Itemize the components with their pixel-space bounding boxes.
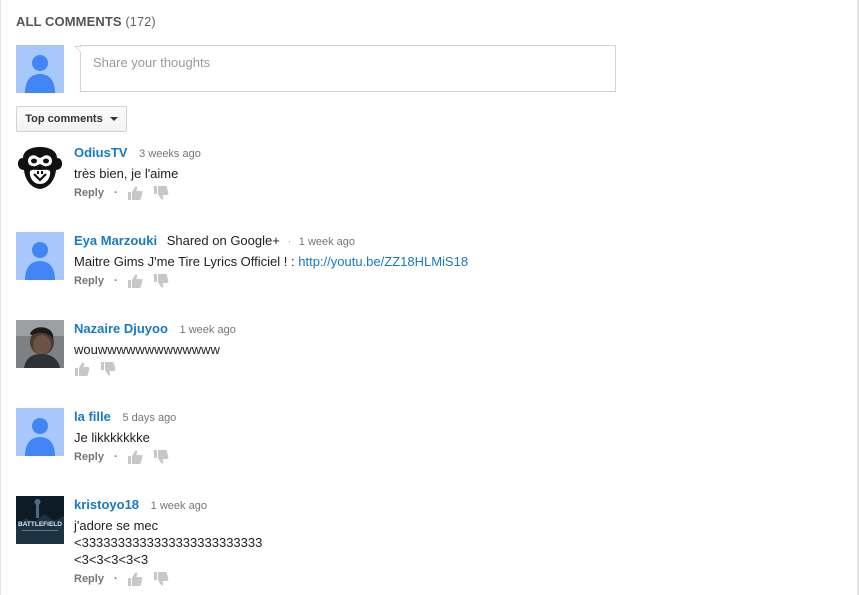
share-box[interactable] xyxy=(74,45,616,92)
sort-comments-button[interactable]: Top comments xyxy=(16,106,127,132)
share-row xyxy=(16,45,616,93)
thumb-down-icon[interactable] xyxy=(153,449,169,465)
caret-down-icon xyxy=(109,117,118,121)
default-user-avatar-icon xyxy=(25,55,55,93)
thumb-up-icon[interactable] xyxy=(127,571,143,587)
comment-body: Eya Marzouki Shared on Google+ · 1 week … xyxy=(74,232,814,289)
comment-actions: Reply · xyxy=(74,449,814,465)
comment-body: la fille 5 days ago Je likkkkkkke Reply … xyxy=(74,408,814,465)
thumb-down-icon[interactable] xyxy=(100,361,116,377)
comment-body: Nazaire Djuyoo 1 week ago wouwwwwwwwwwww… xyxy=(74,320,814,377)
thumb-up-icon[interactable] xyxy=(74,361,90,377)
comment-text-line: j'adore se mec xyxy=(74,518,159,533)
user-photo-icon xyxy=(16,320,64,368)
sort-label: Top comments xyxy=(25,113,103,125)
comment-time[interactable]: 3 weeks ago xyxy=(139,148,201,160)
monkey-logo-icon xyxy=(18,147,62,189)
comment-time[interactable]: 5 days ago xyxy=(122,412,176,424)
action-separator: · xyxy=(113,451,118,463)
thumb-down-icon[interactable] xyxy=(153,273,169,289)
comment-actions: Reply · xyxy=(74,571,814,587)
thumb-down-icon[interactable] xyxy=(153,185,169,201)
comment-author[interactable]: Eya Marzouki xyxy=(74,233,157,248)
reply-button[interactable]: Reply xyxy=(74,275,104,287)
avatar[interactable]: BATTLEFIELD xyxy=(16,496,64,544)
comment-text: Maitre Gims J'me Tire Lyrics Officiel ! … xyxy=(74,253,814,270)
meta-separator: · xyxy=(287,236,292,248)
comment-author[interactable]: la fille xyxy=(74,409,111,424)
comment-text-line: <3333333333333333333333333 xyxy=(74,535,263,550)
comment-text-body: Maitre Gims J'me Tire Lyrics Officiel ! … xyxy=(74,254,299,269)
comment-time[interactable]: 1 week ago xyxy=(180,324,236,336)
reply-button[interactable]: Reply xyxy=(74,451,104,463)
action-separator: · xyxy=(113,275,118,287)
thumb-up-icon[interactable] xyxy=(127,449,143,465)
avatar[interactable] xyxy=(16,144,64,192)
comment-text: j'adore se mec <333333333333333333333333… xyxy=(74,517,814,568)
avatar[interactable] xyxy=(16,408,64,456)
avatar[interactable] xyxy=(16,320,64,368)
comment-text-line: <3<3<3<3<3 xyxy=(74,552,149,567)
comment-text: wouwwwwwwwwwwwww xyxy=(74,342,220,357)
comment-actions: Reply · xyxy=(74,273,814,289)
share-input[interactable] xyxy=(91,54,595,71)
comment-time[interactable]: 1 week ago xyxy=(151,500,207,512)
comment-text: très bien, je l'aime xyxy=(74,166,179,181)
comment-actions: Reply · xyxy=(74,185,814,201)
comment-author[interactable]: kristoyo18 xyxy=(74,497,139,512)
comment-link[interactable]: http://youtu.be/ZZ18HLMiS18 xyxy=(298,254,468,269)
reply-button[interactable]: Reply xyxy=(74,573,104,585)
shared-on-google-plus: Shared on Google+ xyxy=(166,233,280,248)
action-separator: · xyxy=(113,187,118,199)
default-user-avatar-icon xyxy=(25,418,55,456)
battlefield-logo-text: BATTLEFIELD xyxy=(18,521,62,528)
comment-body: OdiusTV 3 weeks ago très bien, je l'aime… xyxy=(74,144,814,201)
comments-header: ALL COMMENTS (172) xyxy=(16,14,156,29)
thumb-down-icon[interactable] xyxy=(153,571,169,587)
comment-author[interactable]: OdiusTV xyxy=(74,145,127,160)
frame-left-border xyxy=(0,0,1,595)
battlefield-game-avatar-icon: BATTLEFIELD xyxy=(16,496,64,544)
thumb-up-icon[interactable] xyxy=(127,185,143,201)
avatar[interactable] xyxy=(16,232,64,280)
comments-title: ALL COMMENTS xyxy=(16,14,122,29)
current-user-avatar xyxy=(16,45,64,93)
comment-text: Je likkkkkkke xyxy=(74,430,150,445)
action-separator: · xyxy=(113,573,118,585)
comments-count: (172) xyxy=(125,14,156,29)
comment-time[interactable]: 1 week ago xyxy=(299,236,355,248)
comment-actions xyxy=(74,361,814,377)
reply-button[interactable]: Reply xyxy=(74,187,104,199)
comment-author[interactable]: Nazaire Djuyoo xyxy=(74,321,168,336)
thumb-up-icon[interactable] xyxy=(127,273,143,289)
comment-body: kristoyo18 1 week ago j'adore se mec <33… xyxy=(74,496,814,587)
default-user-avatar-icon xyxy=(25,242,55,280)
